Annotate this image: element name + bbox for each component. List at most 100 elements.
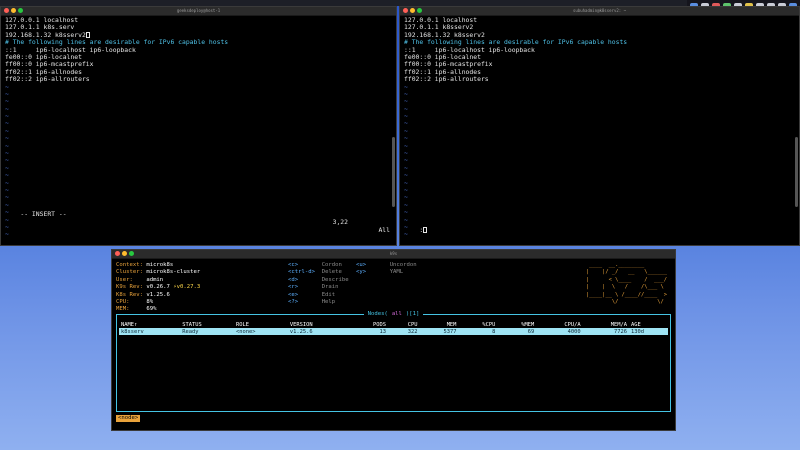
terminal-content[interactable]: 127.0.0.1 localhost 127.0.1.1 k8sserv2 192…	[400, 16, 799, 240]
empty-line-marker: ~	[404, 141, 408, 150]
namespace-filter[interactable]: all	[389, 311, 404, 317]
column-header[interactable]: %CPU	[458, 321, 497, 328]
shortcut-item[interactable]: <y> YAML	[356, 269, 417, 276]
empty-line-marker: ~	[5, 185, 9, 194]
column-header[interactable]: CPU/A	[536, 321, 582, 328]
k9s-titlebar[interactable]: k9s	[112, 250, 675, 259]
column-header[interactable]: AGE	[629, 321, 668, 328]
context-label: Context:	[116, 262, 143, 268]
column-header[interactable]: ROLE	[234, 321, 288, 328]
text-cursor	[85, 31, 90, 38]
user-value: admin	[146, 276, 164, 283]
column-header[interactable]: MEM/A	[583, 321, 629, 328]
table-cell: 130d	[629, 328, 668, 335]
empty-line-marker: ~	[404, 200, 408, 209]
k9s-logo: ____ __.________ | |/ _/ __ \______ | < …	[585, 262, 667, 306]
table-cell: v1.25.6	[287, 328, 350, 335]
k9s-rev-label: K9s Rev:	[116, 284, 143, 291]
empty-line-marker: ~	[5, 171, 9, 180]
empty-line-marker: ~	[404, 193, 408, 202]
shortcut-description: Uncordon	[389, 262, 417, 268]
shortcut-key: <u>	[356, 262, 367, 268]
empty-line-marker: ~	[5, 134, 9, 143]
scrollbar[interactable]	[392, 137, 395, 207]
column-header[interactable]: STATUS	[180, 321, 234, 328]
shortcut-description: YAML	[389, 269, 404, 276]
terminal-line: ff02::2 ip6-allrouters	[404, 75, 489, 84]
k9s-window[interactable]: k9s Context: microk8s Cluster: microk8s-…	[111, 249, 676, 431]
k8s-rev-value: v1.25.6	[146, 291, 170, 298]
empty-line-marker: ~	[5, 89, 9, 98]
shortcut-description: Drain	[321, 284, 339, 291]
empty-line-marker: ~	[404, 208, 408, 217]
cpu-value: 8%	[146, 299, 154, 306]
table-header: NAME↑ STATUS ROLE VERSION PODS CPU MEM %CPU %MEM…	[119, 321, 668, 328]
table-row[interactable]: k8sserv Ready <none> v1.25.6 13 322 5377 8 69 400…	[119, 328, 668, 335]
shortcut-key: <c>	[288, 262, 299, 268]
shortcut-key: <d>	[288, 276, 299, 283]
empty-line-marker: ~	[404, 156, 408, 165]
shortcut-item[interactable]: <r> Drain	[288, 284, 349, 291]
column-header[interactable]: %MEM	[497, 321, 536, 328]
table-cell: Ready	[180, 328, 235, 335]
empty-line-marker: ~	[5, 104, 9, 113]
table-cell: 8	[458, 328, 498, 335]
k9s-update-badge: ⚡v0.27.3	[173, 284, 201, 291]
panel-title: Nodes(all)[1]	[117, 310, 670, 318]
right-terminal-titlebar[interactable]: subuhadmin@k8sserv2: ~	[400, 7, 799, 16]
table-cell: 322	[388, 328, 420, 335]
empty-line-marker: ~	[5, 126, 9, 135]
nodes-table: NAME↑ STATUS ROLE VERSION PODS CPU MEM %CPU %MEM…	[119, 321, 668, 335]
empty-line-marker: ~	[5, 149, 9, 158]
scrollbar[interactable]	[795, 137, 798, 207]
column-header[interactable]: PODS	[349, 321, 388, 328]
k8s-rev-label: K8s Rev:	[116, 291, 143, 298]
shortcut-description: Help	[321, 299, 336, 306]
table-cell: 69	[497, 328, 537, 335]
command-line: :	[404, 218, 795, 242]
empty-line-marker: ~	[404, 126, 408, 135]
empty-line-marker: ~	[5, 82, 9, 91]
shortcut-description: Edit	[321, 291, 336, 298]
empty-line-marker: ~	[5, 163, 9, 172]
empty-line-marker: ~	[404, 163, 408, 172]
shortcut-key: <y>	[356, 269, 367, 276]
window-title: subuhadmin@k8sserv2: ~	[573, 8, 626, 13]
shortcut-item[interactable]: <c> Cordon	[288, 262, 349, 269]
shortcut-key: <ctrl-d>	[288, 269, 315, 276]
shortcut-item[interactable]: <?> Help	[288, 299, 349, 306]
shortcut-item[interactable]: <ctrl-d> Delete	[288, 269, 349, 276]
empty-line-marker: ~	[5, 97, 9, 106]
empty-line-marker: ~	[404, 119, 408, 128]
empty-line-marker: ~	[404, 171, 408, 180]
cluster-label: Cluster:	[116, 269, 143, 276]
user-label: User:	[116, 276, 133, 283]
shortcut-item[interactable]: <u> Uncordon	[356, 262, 417, 269]
shortcut-description: Cordon	[321, 262, 342, 268]
shortcut-item[interactable]: <d> Describe	[288, 277, 349, 284]
table-cell: 7726	[582, 328, 629, 335]
cluster-value: microk8s-cluster	[146, 269, 201, 276]
empty-line-marker: ~	[5, 119, 9, 128]
cursor-position: 3,22	[332, 218, 348, 226]
window-title: geeksdeploy@host-1	[176, 8, 221, 13]
empty-line-marker: ~	[404, 178, 408, 187]
shortcut-description: Delete	[321, 269, 342, 276]
column-header[interactable]: VERSION	[288, 321, 349, 328]
right-terminal-window[interactable]: subuhadmin@k8sserv2: ~ 127.0.0.1 localho…	[399, 6, 800, 246]
shortcut-list: <c> Cordon <ctrl-d> Delete <d> Describe <r>…	[288, 262, 349, 306]
table-cell: k8sserv	[119, 328, 181, 335]
left-terminal-window[interactable]: geeksdeploy@host-1 127.0.0.1 localhost 12…	[0, 6, 397, 246]
empty-line-marker: ~	[404, 185, 408, 194]
column-header[interactable]: CPU	[388, 321, 420, 328]
shortcut-key: <?>	[288, 299, 299, 306]
shortcut-item[interactable]: <e> Edit	[288, 292, 349, 299]
column-header[interactable]: MEM	[420, 321, 459, 328]
left-terminal-titlebar[interactable]: geeksdeploy@host-1	[1, 7, 396, 16]
column-header[interactable]: NAME↑	[119, 321, 180, 328]
shortcut-key: <e>	[288, 291, 299, 298]
empty-line-marker: ~	[404, 97, 408, 106]
vim-status-line: -- INSERT -- 3,22 All	[5, 202, 392, 242]
breadcrumb[interactable]: <node>	[116, 415, 141, 422]
empty-line-marker: ~	[5, 193, 9, 202]
